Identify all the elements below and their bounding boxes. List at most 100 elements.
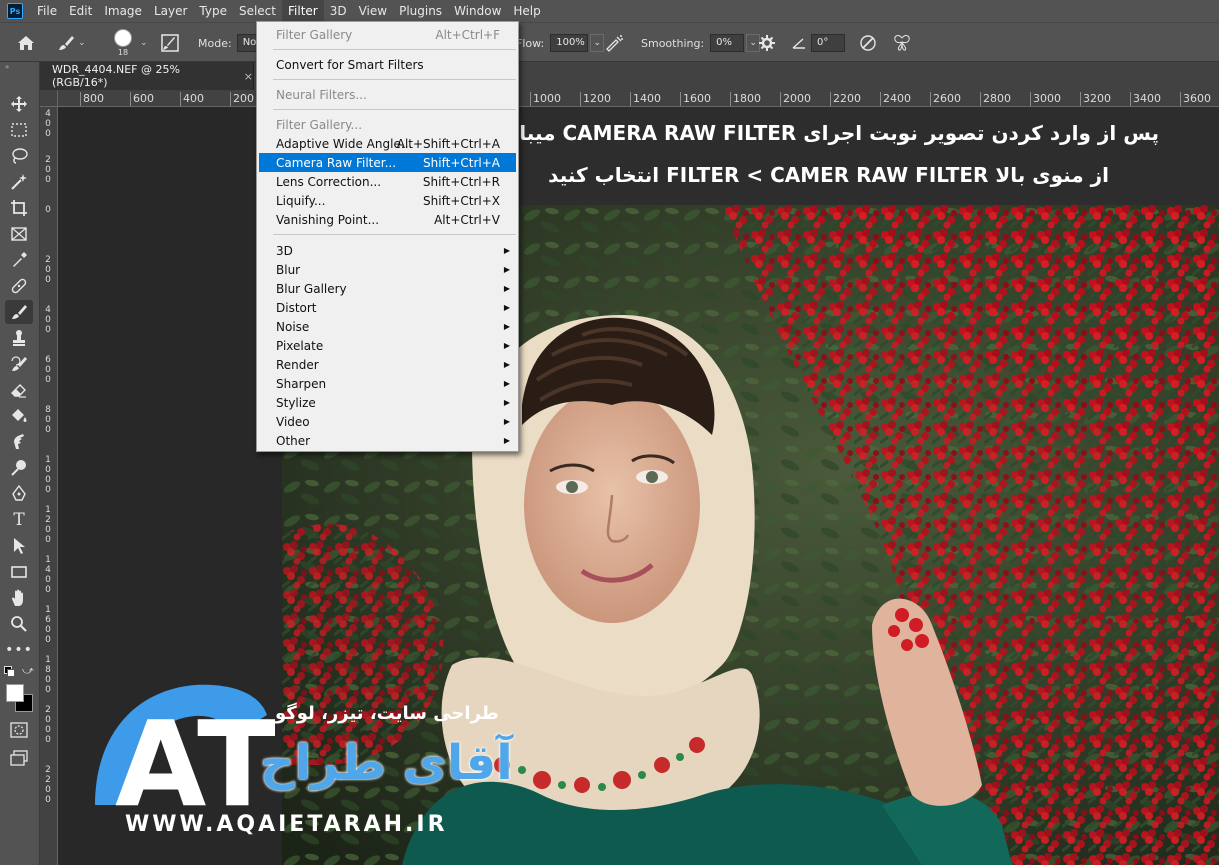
brush-settings-toggle[interactable] <box>160 23 180 63</box>
edit-toolbar-button[interactable]: ••• <box>5 638 33 662</box>
brush-tool[interactable] <box>5 300 33 324</box>
smoothing-settings-button[interactable] <box>757 23 777 63</box>
menu-window[interactable]: Window <box>448 0 507 22</box>
rectangle-tool[interactable] <box>5 560 33 584</box>
pen-tool[interactable] <box>5 482 33 506</box>
menu-item-filter-gallery-last[interactable]: Filter Gallery Alt+Ctrl+F <box>259 25 516 44</box>
pen-icon <box>12 485 26 501</box>
brush-size: 18 <box>117 48 129 57</box>
menu-file[interactable]: File <box>31 0 63 22</box>
menu-layer[interactable]: Layer <box>148 0 193 22</box>
chevron-down-icon[interactable]: ⌄ <box>590 34 605 52</box>
swap-colors-icon[interactable]: ⤻ <box>22 664 34 678</box>
filter-menu: Filter Gallery Alt+Ctrl+F Convert for Sm… <box>256 21 519 452</box>
watermark-tagline: طراحی سایت، تیزر، لوگو <box>275 703 499 724</box>
menu-item-vanishing-point[interactable]: Vanishing Point... Alt+Ctrl+V <box>259 210 516 229</box>
ruler-label: 2000 <box>45 705 51 745</box>
menu-item-noise[interactable]: Noise ▶ <box>259 317 516 336</box>
menu-view[interactable]: View <box>353 0 393 22</box>
menu-item-blur[interactable]: Blur ▶ <box>259 260 516 279</box>
pressure-size-toggle[interactable] <box>858 23 878 63</box>
menu-image[interactable]: Image <box>98 0 148 22</box>
paint-bucket-tool[interactable] <box>5 404 33 428</box>
menu-item-render[interactable]: Render ▶ <box>259 355 516 374</box>
clone-stamp-tool[interactable] <box>5 326 33 350</box>
menu-filter[interactable]: Filter <box>282 0 324 22</box>
airbrush-toggle[interactable] <box>604 23 624 63</box>
symmetry-button[interactable] <box>892 23 912 63</box>
path-selection-tool[interactable] <box>5 534 33 558</box>
menu-item-camera-raw-filter[interactable]: Camera Raw Filter... Shift+Ctrl+A <box>259 153 516 172</box>
home-button[interactable] <box>16 23 36 63</box>
tool-preset-picker[interactable]: ⌄ <box>56 23 86 63</box>
vertical-ruler[interactable]: 400 200 0 200 400 600 800 1000 1200 1400… <box>40 107 58 865</box>
screen-mode-button[interactable] <box>5 746 33 770</box>
panel-collapse-icon[interactable]: » <box>0 62 39 72</box>
menu-item-lens-correction[interactable]: Lens Correction... Shift+Ctrl+R <box>259 172 516 191</box>
smoothing-input[interactable]: 0% <box>710 34 745 52</box>
brush-tip-icon <box>114 29 132 47</box>
menu-item-shortcut: Alt+Ctrl+F <box>435 27 500 42</box>
menu-select[interactable]: Select <box>233 0 282 22</box>
tools-panel: » T ••• ⤻ <box>0 62 40 865</box>
menu-item-distort[interactable]: Distort ▶ <box>259 298 516 317</box>
type-icon: T <box>13 510 25 530</box>
default-colors-icon[interactable] <box>4 666 16 678</box>
submenu-arrow-icon: ▶ <box>503 341 510 350</box>
menu-item-blur-gallery[interactable]: Blur Gallery ▶ <box>259 279 516 298</box>
frame-tool[interactable] <box>5 222 33 246</box>
eraser-tool[interactable] <box>5 378 33 402</box>
ruler-label: 1200 <box>580 92 611 106</box>
instruction-line-2: از منوی بالا FILTER < CAMER RAW FILTER ا… <box>548 163 1109 187</box>
angle-input[interactable]: 0° <box>811 34 845 52</box>
menu-item-stylize[interactable]: Stylize ▶ <box>259 393 516 412</box>
menu-type[interactable]: Type <box>193 0 233 22</box>
document-tab[interactable]: WDR_4404.NEF @ 25% (RGB/16*) × <box>40 62 254 90</box>
menu-item-label: Adaptive Wide Angle... <box>276 136 413 151</box>
hand-tool[interactable] <box>5 586 33 610</box>
flow-input[interactable]: 100% <box>550 34 589 52</box>
marquee-tool[interactable] <box>5 118 33 142</box>
type-tool[interactable]: T <box>5 508 33 532</box>
magic-wand-tool[interactable] <box>5 170 33 194</box>
close-icon[interactable]: × <box>244 70 253 83</box>
rectangle-icon <box>11 566 27 578</box>
menu-item-convert-smart-filters[interactable]: Convert for Smart Filters <box>259 55 516 74</box>
healing-brush-tool[interactable] <box>5 274 33 298</box>
menu-3d[interactable]: 3D <box>324 0 353 22</box>
eyedropper-tool[interactable] <box>5 248 33 272</box>
logo-letters: AT <box>115 695 275 825</box>
menu-edit[interactable]: Edit <box>63 0 98 22</box>
menu-item-filter-gallery[interactable]: Filter Gallery... <box>259 115 516 134</box>
menu-item-label: Lens Correction... <box>276 174 382 189</box>
menu-separator <box>273 79 516 80</box>
smudge-tool[interactable] <box>5 430 33 454</box>
zoom-tool[interactable] <box>5 612 33 636</box>
ruler-label: 2400 <box>880 92 911 106</box>
menu-help[interactable]: Help <box>507 0 546 22</box>
foreground-color[interactable] <box>6 684 24 702</box>
dodge-tool[interactable] <box>5 456 33 480</box>
menu-item-video[interactable]: Video ▶ <box>259 412 516 431</box>
canvas[interactable]: پس از وارد کردن تصویر نوبت اجرای CAMERA … <box>58 107 1219 865</box>
move-tool[interactable] <box>5 92 33 116</box>
menu-item-liquify[interactable]: Liquify... Shift+Ctrl+X <box>259 191 516 210</box>
menu-item-label: 3D <box>276 243 293 258</box>
menu-item-other[interactable]: Other ▶ <box>259 431 516 450</box>
menu-item-sharpen[interactable]: Sharpen ▶ <box>259 374 516 393</box>
lasso-icon <box>12 148 28 164</box>
menu-plugins[interactable]: Plugins <box>393 0 448 22</box>
menu-item-pixelate[interactable]: Pixelate ▶ <box>259 336 516 355</box>
history-brush-tool[interactable] <box>5 352 33 376</box>
menu-item-neural-filters[interactable]: Neural Filters... <box>259 85 516 104</box>
brush-settings-icon <box>160 33 180 53</box>
crop-tool[interactable] <box>5 196 33 220</box>
menu-item-3d[interactable]: 3D ▶ <box>259 241 516 260</box>
quick-mask-button[interactable] <box>5 718 33 742</box>
horizontal-ruler[interactable]: 800 600 400 200 1000 1200 1400 1600 1800… <box>58 90 1219 107</box>
lasso-tool[interactable] <box>5 144 33 168</box>
ruler-origin[interactable] <box>40 90 58 107</box>
color-swatches[interactable] <box>6 684 36 718</box>
brush-picker[interactable]: 18 <box>114 23 132 63</box>
menu-item-adaptive-wide-angle[interactable]: Adaptive Wide Angle... Alt+Shift+Ctrl+A <box>259 134 516 153</box>
